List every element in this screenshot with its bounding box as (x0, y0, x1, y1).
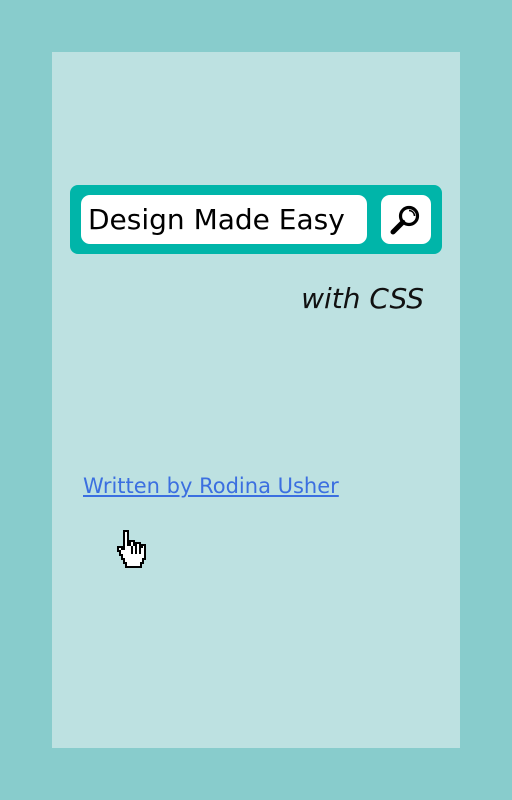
hand-pointer-icon (117, 530, 146, 568)
search-input[interactable]: Design Made Easy (81, 195, 367, 244)
magnifier-icon (390, 205, 420, 234)
search-button[interactable] (381, 195, 431, 244)
cover-panel: Design Made Easy with CSS Written by Rod… (52, 52, 460, 748)
search-bar: Design Made Easy (70, 185, 442, 254)
author-link[interactable]: Written by Rodina Usher (83, 474, 339, 498)
subtitle: with CSS (301, 282, 424, 315)
